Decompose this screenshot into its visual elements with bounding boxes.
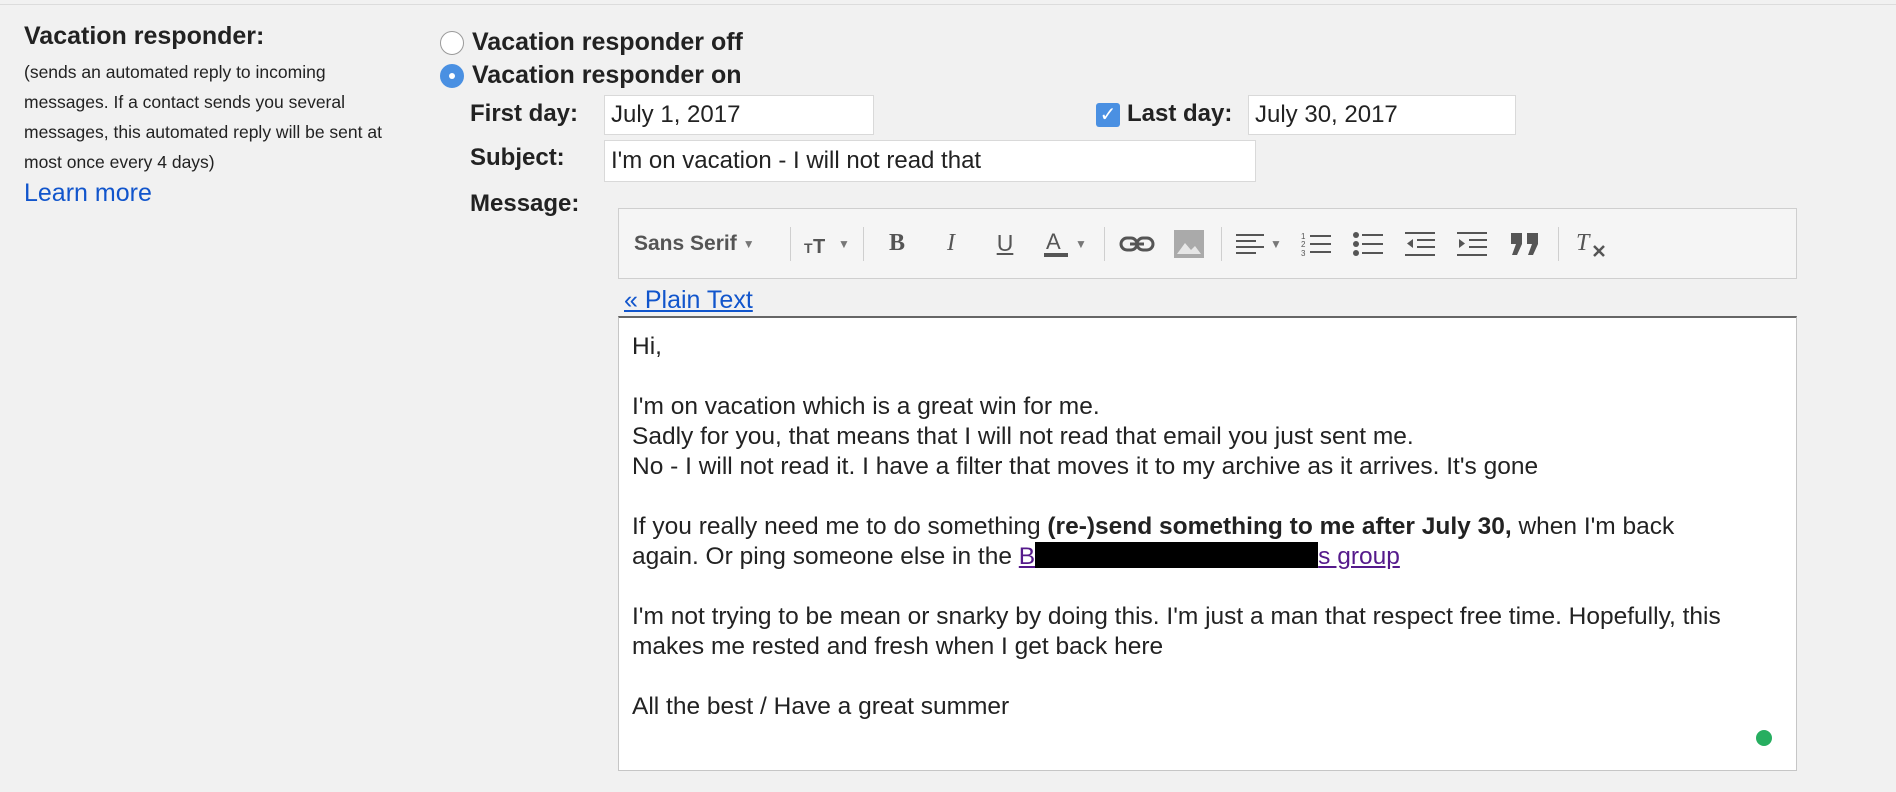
status-dot (1756, 730, 1772, 746)
toolbar-divider (1558, 226, 1559, 261)
svg-text:2: 2 (1301, 240, 1306, 249)
svg-text:T: T (813, 236, 825, 255)
italic-icon: I (947, 230, 955, 256)
quote-button[interactable] (1498, 224, 1552, 264)
text-color-button[interactable]: A ▼ (1032, 224, 1098, 264)
bulleted-list-icon (1353, 231, 1383, 256)
italic-button[interactable]: I (924, 224, 978, 264)
numbered-list-icon: 123 (1301, 232, 1331, 257)
underline-icon: U (996, 230, 1014, 256)
responder-off-label: Vacation responder off (472, 28, 743, 56)
indent-less-button[interactable] (1394, 224, 1446, 264)
toolbar-divider (1104, 226, 1105, 261)
section-description: (sends an automated reply to incoming me… (24, 62, 382, 172)
last-day-label: Last day: (1127, 100, 1233, 127)
plain-text-link[interactable]: « Plain Text (624, 286, 753, 315)
image-icon (1174, 229, 1204, 258)
toolbar-divider (790, 226, 791, 261)
message-signoff: All the best / Have a great summer (632, 693, 1010, 720)
remove-formatting-icon: T (1576, 230, 1605, 257)
insert-image-button[interactable] (1163, 224, 1215, 264)
bold-text: (re-)send something to me after July 30, (1047, 513, 1512, 540)
align-button[interactable]: ▼ (1228, 224, 1290, 264)
message-paragraph: I'm not trying to be mean or snarky by d… (632, 603, 1721, 660)
indent-more-icon (1457, 231, 1487, 256)
align-icon (1236, 233, 1265, 254)
font-family-select[interactable]: Sans Serif ▼ (619, 224, 784, 264)
responder-on-radio[interactable] (440, 63, 464, 88)
responder-on-label: Vacation responder on (472, 61, 742, 89)
underline-button[interactable]: U (978, 224, 1032, 264)
quote-icon (1511, 232, 1538, 255)
formatting-toolbar: Sans Serif ▼ TT ▼ B I U A ▼ ▼ 123 T (618, 208, 1797, 279)
svg-text:T: T (804, 240, 813, 255)
indent-less-icon (1405, 231, 1435, 256)
remove-formatting-button[interactable]: T (1565, 224, 1615, 264)
font-family-label: Sans Serif (634, 231, 737, 255)
responder-off-radio[interactable] (440, 30, 464, 55)
bulleted-list-button[interactable] (1342, 224, 1394, 264)
svg-text:3: 3 (1301, 249, 1306, 257)
message-line: No - I will not read it. I have a filter… (632, 453, 1539, 480)
svg-text:A: A (1046, 229, 1061, 254)
bold-icon: B (888, 230, 905, 256)
message-label: Message: (470, 190, 580, 217)
subject-input[interactable]: I'm on vacation - I will not read that (604, 140, 1256, 182)
font-size-button[interactable]: TT ▼ (797, 224, 857, 264)
learn-more-link[interactable]: Learn more (24, 179, 152, 208)
divider (0, 4, 1896, 5)
last-day-checkbox[interactable]: ✓ (1096, 103, 1120, 127)
numbered-list-button[interactable]: 123 (1290, 224, 1342, 264)
chevron-down-icon: ▼ (1270, 236, 1282, 251)
last-day-input[interactable]: July 30, 2017 (1248, 95, 1516, 135)
first-day-label: First day: (470, 100, 579, 127)
chevron-down-icon: ▼ (1075, 236, 1087, 251)
indent-more-button[interactable] (1446, 224, 1498, 264)
chevron-down-icon: ▼ (838, 236, 850, 251)
chevron-down-icon: ▼ (742, 236, 755, 251)
message-line: I'm on vacation which is a great win for… (632, 393, 1100, 420)
svg-text:T: T (1576, 230, 1591, 256)
message-greeting: Hi, (632, 333, 662, 360)
insert-link-button[interactable] (1111, 224, 1163, 264)
responder-on-option[interactable]: Vacation responder on (440, 61, 742, 90)
toolbar-divider (863, 226, 864, 261)
link-icon (1119, 236, 1155, 251)
responder-off-option[interactable]: Vacation responder off (440, 28, 743, 57)
message-paragraph: If you really need me to do something (r… (632, 513, 1675, 570)
toolbar-divider (1221, 226, 1222, 261)
vacation-responder-info: Vacation responder: (sends an automated … (24, 22, 414, 208)
text-color-icon: A (1044, 229, 1069, 257)
redacted-block (1035, 542, 1319, 568)
bold-button[interactable]: B (870, 224, 924, 264)
group-link[interactable]: Bs group (1019, 542, 1400, 570)
first-day-input[interactable]: July 1, 2017 (604, 95, 874, 135)
subject-label: Subject: (470, 144, 565, 171)
section-title: Vacation responder: (24, 22, 265, 50)
font-size-icon: TT (804, 236, 825, 255)
message-line: Sadly for you, that means that I will no… (632, 423, 1414, 450)
message-editor[interactable]: Hi, I'm on vacation which is a great win… (618, 316, 1797, 771)
